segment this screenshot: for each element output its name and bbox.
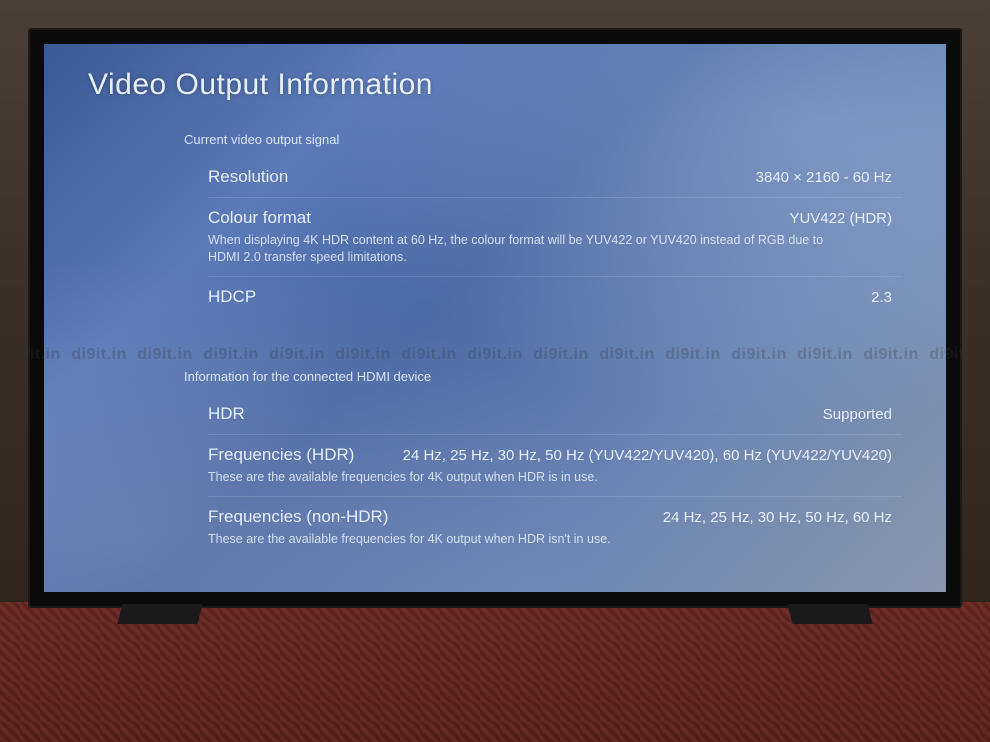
value-frequencies-non-hdr: 24 Hz, 25 Hz, 30 Hz, 50 Hz, 60 Hz bbox=[408, 509, 892, 526]
page-title: Video Output Information bbox=[88, 68, 902, 102]
label-hdr: HDR bbox=[208, 404, 245, 424]
row-resolution: Resolution 3840 × 2160 - 60 Hz bbox=[208, 157, 902, 198]
row-colour-format: Colour format YUV422 (HDR) When displayi… bbox=[208, 198, 902, 277]
row-hdcp: HDCP 2.3 bbox=[208, 277, 902, 317]
desc-frequencies-hdr: These are the available frequencies for … bbox=[208, 469, 824, 486]
label-resolution: Resolution bbox=[208, 167, 288, 187]
value-hdr: Supported bbox=[265, 406, 892, 423]
row-hdr: HDR Supported bbox=[208, 394, 902, 435]
tv-stand-left bbox=[117, 604, 202, 624]
label-colour-format: Colour format bbox=[208, 208, 311, 228]
tv-frame: Video Output Information Current video o… bbox=[28, 28, 962, 608]
value-resolution: 3840 × 2160 - 60 Hz bbox=[308, 169, 892, 186]
label-hdcp: HDCP bbox=[208, 287, 256, 307]
tv-screen: Video Output Information Current video o… bbox=[44, 44, 946, 592]
row-frequencies-hdr: Frequencies (HDR) 24 Hz, 25 Hz, 30 Hz, 5… bbox=[208, 435, 902, 497]
desc-colour-format: When displaying 4K HDR content at 60 Hz,… bbox=[208, 232, 824, 266]
sections-gap bbox=[88, 317, 902, 355]
value-hdcp: 2.3 bbox=[276, 289, 892, 306]
section-header-hdmi-device: Information for the connected HDMI devic… bbox=[184, 369, 902, 384]
label-frequencies-hdr: Frequencies (HDR) bbox=[208, 445, 354, 465]
section-header-current-signal: Current video output signal bbox=[184, 132, 902, 147]
value-colour-format: YUV422 (HDR) bbox=[331, 210, 892, 227]
value-frequencies-hdr: 24 Hz, 25 Hz, 30 Hz, 50 Hz (YUV422/YUV42… bbox=[374, 447, 892, 464]
label-frequencies-non-hdr: Frequencies (non-HDR) bbox=[208, 507, 388, 527]
row-frequencies-non-hdr: Frequencies (non-HDR) 24 Hz, 25 Hz, 30 H… bbox=[208, 497, 902, 558]
tv-stand-right bbox=[787, 604, 872, 624]
desc-frequencies-non-hdr: These are the available frequencies for … bbox=[208, 531, 824, 548]
